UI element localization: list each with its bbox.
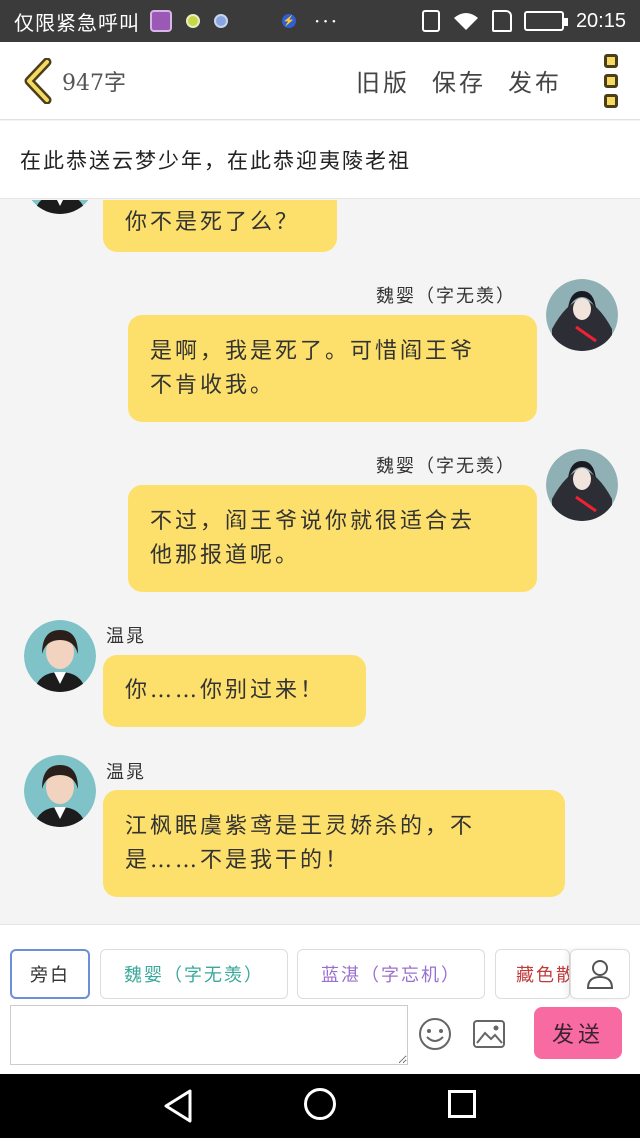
avatar-wei-ying[interactable]	[546, 449, 618, 521]
recent-apps-icon[interactable]	[448, 1090, 476, 1118]
avatar-wen-chao[interactable]	[24, 620, 96, 692]
notification-badge-icon	[214, 14, 228, 28]
composer: 旁白 魏婴（字无羡） 蓝湛（字忘机） 藏色散 发送	[0, 924, 640, 1074]
sim-icon	[491, 10, 512, 32]
status-bar: 仅限紧急呼叫 ⚡ ··· 20:15	[0, 0, 640, 42]
chapter-title[interactable]: 在此恭送云梦少年，在此恭迎夷陵老祖	[0, 121, 640, 199]
role-chip-lan-zhan[interactable]: 蓝湛（字忘机）	[297, 949, 485, 999]
role-chip-cangse[interactable]: 藏色散	[495, 949, 570, 999]
speaker-name: 魏婴（字无羡）	[376, 286, 516, 307]
message-input[interactable]	[10, 1005, 408, 1065]
vibrate-icon	[421, 10, 440, 32]
save-button[interactable]: 保存	[432, 63, 486, 98]
add-role-button[interactable]	[570, 949, 630, 999]
message-bubble[interactable]: 不过，阎王爷说你就很适合去 他那报道呢。	[128, 485, 537, 592]
wifi-icon	[453, 13, 478, 30]
avatar-wen-chao[interactable]	[24, 755, 96, 827]
word-count: 947字	[62, 70, 126, 96]
speaker-name: 魏婴（字无羡）	[376, 456, 516, 477]
publish-button[interactable]: 发布	[508, 63, 562, 98]
image-icon[interactable]	[472, 1019, 506, 1049]
clock: 20:15	[575, 9, 626, 32]
message-text-line: 他那报道呢。	[150, 542, 301, 568]
system-nav-bar	[0, 1074, 640, 1138]
emoji-icon[interactable]	[418, 1017, 452, 1051]
old-version-button[interactable]: 旧版	[356, 63, 410, 98]
top-header: 947字 旧版 保存 发布	[0, 42, 640, 120]
message-bubble[interactable]: 你不是死了么？	[103, 200, 337, 252]
message-bubble[interactable]: 江枫眠虞紫鸢是王灵娇杀的，不 是……不是我干的！	[103, 790, 565, 897]
speaker-name: 温晁	[106, 762, 146, 783]
notification-dot-icon	[186, 14, 200, 28]
message-bubble[interactable]: 你……你别过来！	[103, 655, 366, 727]
menu-button[interactable]	[604, 53, 622, 108]
chat-area[interactable]: 你不是死了么？ 魏婴（字无羡） 是啊，我是死了。可惜阎王爷 不肯收我。 魏婴（字…	[0, 200, 640, 924]
more-notifications-icon: ···	[314, 9, 340, 33]
message-text-line: 江枫眠虞紫鸢是王灵娇杀的，不	[125, 813, 476, 839]
send-button[interactable]: 发送	[534, 1007, 622, 1059]
message-text-line: 是啊，我是死了。可惜阎王爷	[150, 338, 476, 364]
chevron-left-icon	[24, 57, 52, 104]
message-text-line: 是……不是我干的！	[125, 847, 351, 873]
message-text: 你……你别过来！	[125, 678, 326, 703]
person-icon	[586, 960, 614, 989]
message-text-line: 不肯收我。	[150, 372, 276, 398]
avatar-wen-chao[interactable]	[24, 200, 96, 214]
speaker-name: 温晁	[106, 626, 146, 647]
role-chip-label: 旁白	[30, 965, 70, 986]
role-chip-label: 藏色散	[516, 965, 570, 986]
role-chip-label: 蓝湛（字忘机）	[321, 965, 461, 986]
back-button[interactable]	[14, 51, 62, 111]
role-chip-narration[interactable]: 旁白	[10, 949, 90, 999]
back-triangle-icon[interactable]	[162, 1088, 194, 1124]
message-bubble[interactable]: 是啊，我是死了。可惜阎王爷 不肯收我。	[128, 315, 537, 422]
battery-icon	[523, 11, 568, 31]
emergency-call-text: 仅限紧急呼叫	[14, 10, 140, 35]
avatar-wei-ying[interactable]	[546, 279, 618, 351]
message-text: 你不是死了么？	[125, 210, 301, 235]
message-text-line: 不过，阎王爷说你就很适合去	[150, 508, 476, 534]
bolt-icon: ⚡	[282, 14, 296, 28]
role-chip-label: 魏婴（字无羡）	[124, 965, 264, 986]
home-circle-icon[interactable]	[304, 1088, 336, 1120]
role-chip-wei-ying[interactable]: 魏婴（字无羡）	[100, 949, 288, 999]
app-notification-icon	[150, 10, 172, 32]
